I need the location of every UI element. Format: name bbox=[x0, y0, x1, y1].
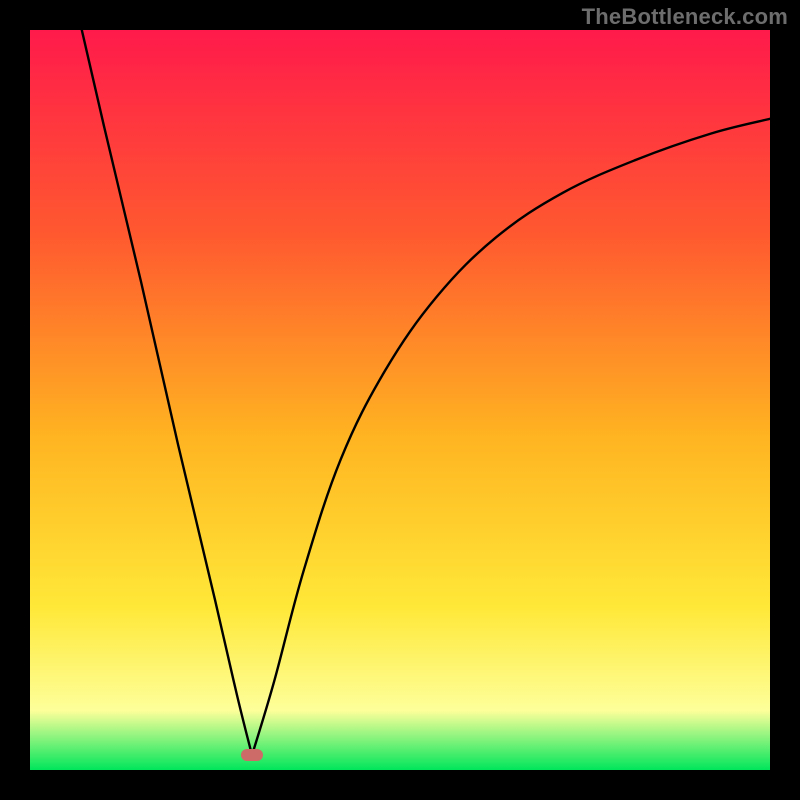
curve-right-branch bbox=[252, 119, 770, 755]
plot-area bbox=[30, 30, 770, 770]
watermark-text: TheBottleneck.com bbox=[582, 4, 788, 30]
chart-frame: TheBottleneck.com bbox=[0, 0, 800, 800]
optimal-point-marker bbox=[241, 749, 263, 761]
curve-left-branch bbox=[82, 30, 252, 755]
bottleneck-curve bbox=[30, 30, 770, 770]
